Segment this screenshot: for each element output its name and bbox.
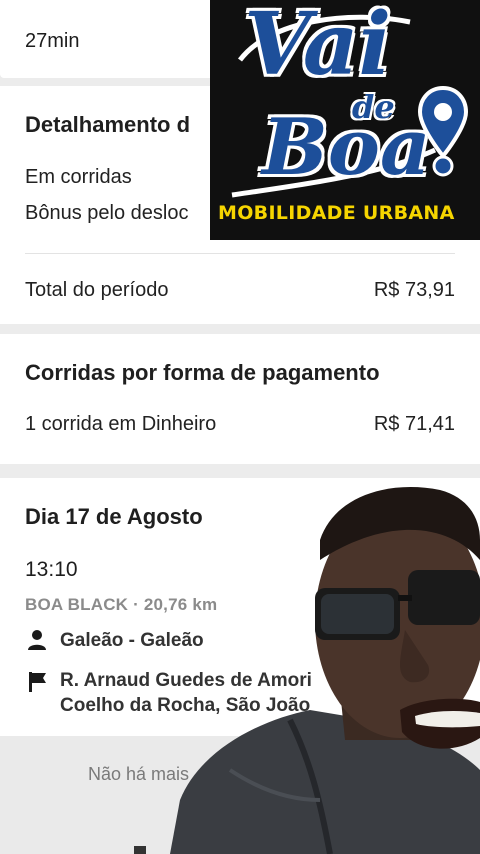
vai-de-boa-logo: Vai de Boa MOBILIDADE URBANA xyxy=(210,0,480,240)
logo-tagline: MOBILIDADE URBANA xyxy=(218,202,455,224)
breakdown-divider xyxy=(25,253,455,254)
payment-row-label: 1 corrida em Dinheiro xyxy=(25,413,217,435)
payment-card: Corridas por forma de pagamento 1 corrid… xyxy=(0,334,480,464)
payment-heading: Corridas por forma de pagamento xyxy=(25,360,380,385)
flag-icon xyxy=(28,671,48,693)
location-pin-icon xyxy=(417,85,469,183)
presenter-overlay xyxy=(170,470,480,854)
scroll-indicator xyxy=(134,846,146,854)
total-label: Total do período xyxy=(25,279,169,301)
person-icon xyxy=(27,629,47,651)
breakdown-row-rides: Em corridas xyxy=(25,166,132,188)
logo-tagline-band: MOBILIDADE URBANA xyxy=(210,198,480,230)
duration-text: 27min xyxy=(25,30,80,52)
logo-word-boa: Boa xyxy=(262,102,431,193)
total-value: R$ 73,91 xyxy=(373,279,455,301)
breakdown-heading: Detalhamento d xyxy=(25,112,191,137)
payment-row-value: R$ 71,41 xyxy=(373,413,455,435)
ride-time: 13:10 xyxy=(25,558,78,581)
breakdown-row-bonus: Bônus pelo desloc xyxy=(25,202,189,224)
logo-word-vai: Vai xyxy=(244,0,392,95)
